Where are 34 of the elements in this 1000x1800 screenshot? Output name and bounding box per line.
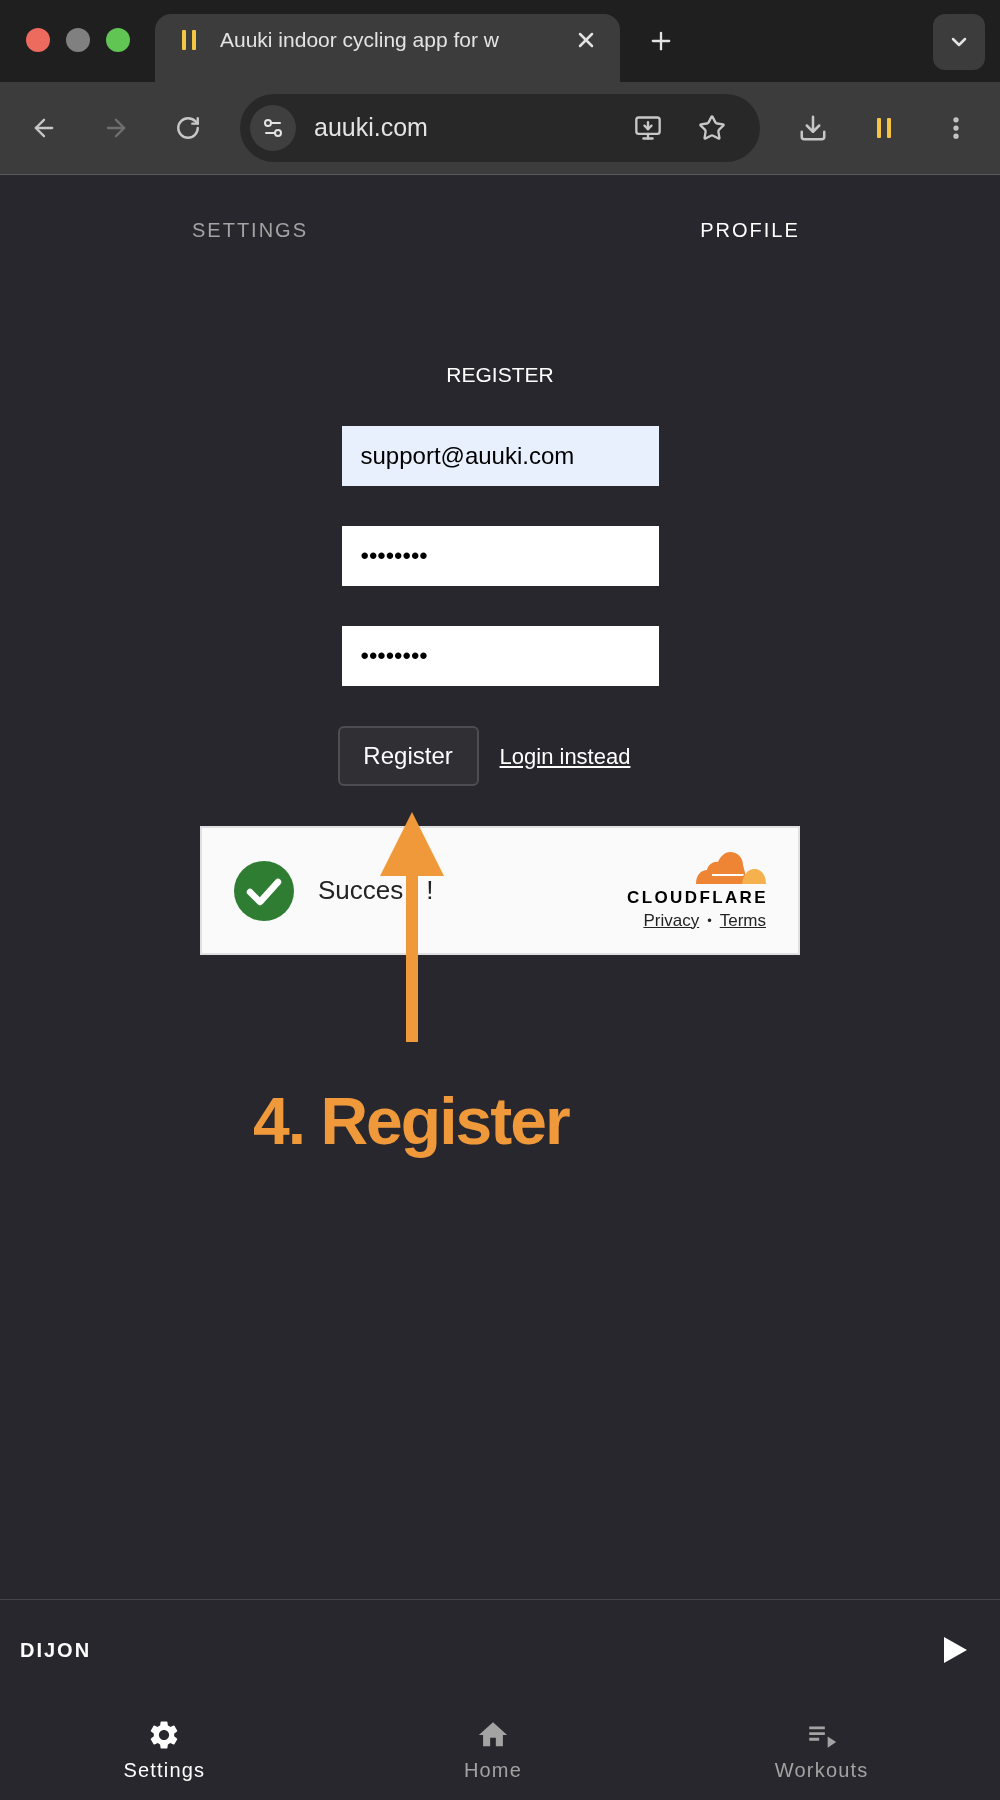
install-icon[interactable] <box>634 114 662 142</box>
nav-item[interactable]: Workouts <box>657 1700 986 1800</box>
form-title: REGISTER <box>446 363 554 387</box>
terms-link[interactable]: Terms <box>719 910 766 931</box>
close-window-icon[interactable] <box>26 28 50 52</box>
status-text: Succes <box>318 874 404 907</box>
cloud-icon <box>696 850 766 885</box>
nav-item[interactable]: Home <box>328 1700 658 1800</box>
brand-wordmark: CLOUDFLARE <box>627 887 768 908</box>
nav-item[interactable]: Settings <box>0 1700 329 1800</box>
download-icon[interactable] <box>798 113 828 143</box>
minimize-window-icon[interactable] <box>66 28 90 52</box>
play-icon[interactable] <box>944 1637 967 1663</box>
track-title: DIJON <box>20 1638 92 1663</box>
success-check-icon <box>234 860 294 921</box>
reload-icon[interactable] <box>175 115 201 141</box>
zoom-window-icon[interactable] <box>106 28 130 52</box>
password-field[interactable]: •••••••• <box>341 626 659 686</box>
email-field[interactable]: support@auuki.com <box>341 426 659 486</box>
register-button[interactable]: Register <box>337 726 479 786</box>
separator-dot: • <box>707 911 712 930</box>
tab-list-button[interactable] <box>933 14 985 70</box>
pause-icon[interactable] <box>877 118 891 138</box>
status-text: ! <box>426 874 434 907</box>
site-settings-icon[interactable] <box>250 105 296 151</box>
password-field[interactable]: •••••••• <box>341 526 659 586</box>
browser-tab[interactable]: Auuki indoor cycling app for w <box>155 14 620 82</box>
login-link[interactable]: Login instead <box>499 739 631 773</box>
tab[interactable]: PROFILE <box>500 175 1000 285</box>
pause-icon <box>182 30 196 50</box>
tab[interactable]: SETTINGS <box>0 175 500 285</box>
bookmark-star-icon[interactable] <box>698 114 726 142</box>
privacy-link[interactable]: Privacy <box>643 910 700 931</box>
address-field[interactable]: auuki.com <box>240 94 760 162</box>
